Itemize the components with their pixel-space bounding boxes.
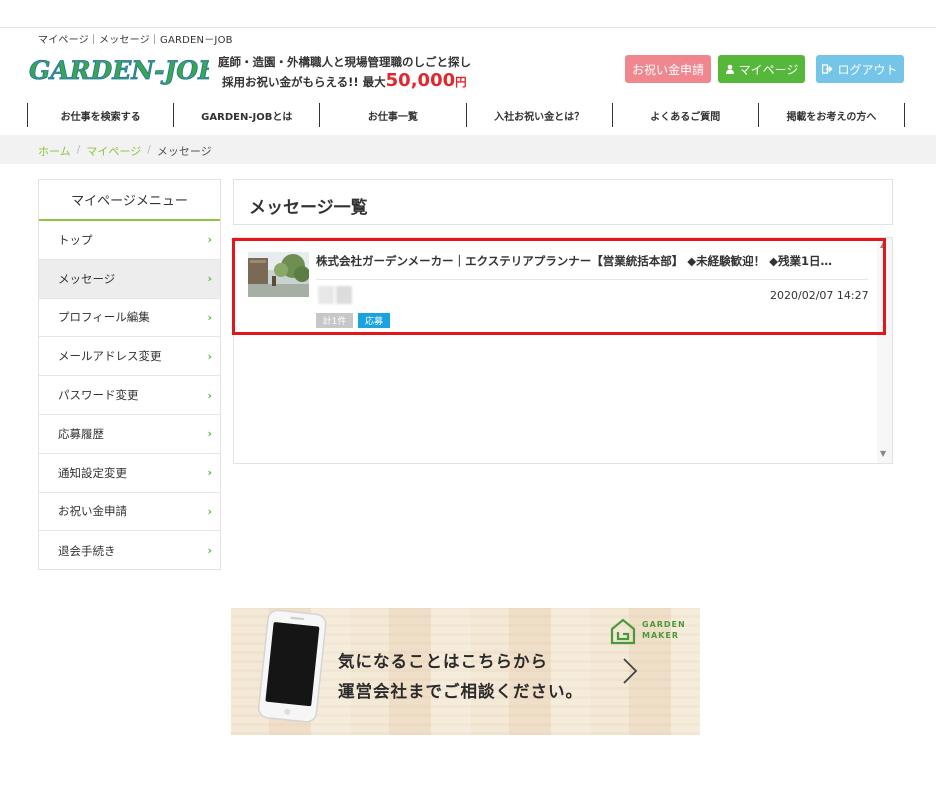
tagline-line1: 庭師・造園・外構職人と現場管理職のしごと探し — [218, 55, 471, 69]
tagline-suffix: 円 — [455, 75, 467, 89]
mypage-label: マイページ — [738, 62, 799, 77]
nav-item-search-jobs[interactable]: お仕事を検索する — [28, 103, 175, 127]
banner-line1: 気になることはこちらから — [338, 652, 548, 671]
breadcrumb-home[interactable]: ホーム — [38, 143, 71, 159]
sidebar-item-label: メッセージ — [58, 271, 116, 286]
header-breadcrumb: マイページ｜メッセージ｜GARDEN－JOB — [38, 35, 233, 46]
mypage-sidebar: マイページメニュー トップ › メッセージ › プロフィール編集 › メールアドレス変… — [38, 179, 221, 570]
scroll-down-icon[interactable]: ▼ — [880, 449, 886, 458]
chevron-right-icon: › — [207, 466, 212, 480]
sidebar-item-top[interactable]: トップ › — [39, 221, 220, 260]
chevron-right-icon: › — [207, 310, 212, 324]
sidebar-item-message[interactable]: メッセージ › — [39, 259, 220, 299]
sidebar-title: マイページメニュー — [39, 180, 220, 221]
logo-line2: MAKER — [642, 631, 679, 640]
garden-maker-logo-text: GARDEN MAKER — [642, 619, 686, 641]
sidebar-item-notification-settings[interactable]: 通知設定変更 › — [39, 454, 220, 493]
logo-line1: GARDEN — [642, 620, 686, 629]
top-divider — [0, 27, 936, 28]
sidebar-item-label: 通知設定変更 — [58, 465, 127, 480]
sidebar-item-profile-edit[interactable]: プロフィール編集 › — [39, 299, 220, 338]
contact-banner[interactable]: 気になることはこちらから 運営会社までご相談ください。 GARDEN MAKER — [231, 608, 700, 735]
smartphone-icon — [257, 609, 327, 723]
sidebar-item-label: 応募履歴 — [58, 426, 104, 441]
sidebar-item-label: メールアドレス変更 — [58, 349, 162, 364]
nav-item-job-list[interactable]: お仕事一覧 — [320, 103, 467, 127]
sidebar-item-withdraw[interactable]: 退会手続き › — [39, 531, 220, 570]
sidebar-item-label: プロフィール編集 — [58, 310, 150, 325]
sidebar-item-label: トップ — [58, 232, 93, 247]
chevron-right-icon: › — [207, 233, 212, 247]
logout-button[interactable]: ログアウト — [816, 55, 904, 83]
user-icon — [725, 64, 734, 74]
sidebar-item-password-change[interactable]: パスワード変更 › — [39, 376, 220, 415]
breadcrumb-mypage[interactable]: マイページ — [86, 143, 141, 159]
logout-icon — [822, 64, 834, 74]
breadcrumb-separator: / — [147, 143, 151, 156]
chevron-right-icon — [623, 658, 638, 684]
breadcrumb-separator: / — [76, 143, 81, 156]
highlight-box — [232, 238, 886, 335]
garden-job-logo[interactable]: GARDEN-JOB — [27, 50, 209, 88]
tagline-line2: 採用お祝い金がもらえる!! 最大50,000円 — [222, 70, 467, 91]
logout-label: ログアウト — [837, 62, 898, 77]
celebration-request-button[interactable]: お祝い金申請 — [625, 55, 711, 83]
chevron-right-icon: › — [207, 349, 212, 363]
nav-item-faq[interactable]: よくあるご質問 — [613, 103, 759, 127]
nav-item-celebration-about[interactable]: 入社お祝い金とは？ — [467, 103, 613, 127]
chevron-right-icon: › — [207, 427, 212, 441]
sidebar-item-label: 退会手続き — [58, 543, 116, 558]
tagline-prefix: 採用お祝い金がもらえる!! 最大 — [222, 75, 386, 89]
banner-line2: 運営会社までご相談ください。 — [338, 682, 583, 701]
sidebar-item-label: パスワード変更 — [58, 388, 139, 403]
chevron-right-icon: › — [207, 272, 212, 286]
celebration-request-label: お祝い金申請 — [631, 62, 704, 77]
chevron-right-icon: › — [207, 504, 212, 518]
nav-item-about[interactable]: GARDEN-JOBとは — [174, 103, 321, 127]
chevron-right-icon: › — [207, 544, 212, 558]
breadcrumb-current: メッセージ — [156, 145, 212, 158]
mypage-button[interactable]: マイページ — [718, 55, 805, 83]
sidebar-item-celebration-request[interactable]: お祝い金申請 › — [39, 493, 220, 532]
logo-text: GARDEN-JOB — [29, 56, 209, 85]
sidebar-item-label: お祝い金申請 — [58, 504, 127, 519]
breadcrumb: ホーム / マイページ / メッセージ — [38, 143, 212, 159]
sidebar-item-email-change[interactable]: メールアドレス変更 › — [39, 337, 220, 377]
nav-item-for-employers[interactable]: 掲載をお考えの方へ — [759, 103, 906, 127]
sidebar-item-application-history[interactable]: 応募履歴 › — [39, 415, 220, 454]
page-title: メッセージ一覧 — [249, 198, 368, 218]
global-nav: お仕事を検索する GARDEN-JOBとは お仕事一覧 入社お祝い金とは？ よく… — [27, 103, 906, 127]
tagline-amount: 50,000 — [385, 70, 456, 91]
chevron-right-icon: › — [207, 388, 212, 402]
